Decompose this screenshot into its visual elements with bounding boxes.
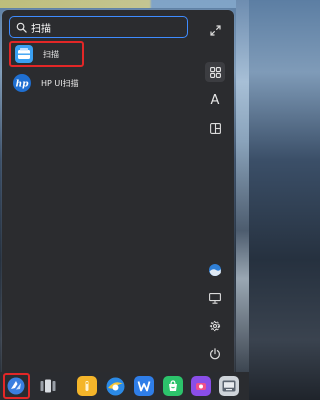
result-label: HP UI扫描 — [41, 78, 79, 88]
desktop-wallpaper — [236, 0, 249, 372]
search-result-hp-ui-scan[interactable]: hp HP UI扫描 — [9, 70, 119, 96]
multitasking-view-button[interactable] — [38, 376, 58, 396]
file-manager-icon — [85, 381, 89, 391]
expand-icon — [209, 24, 221, 36]
browser-button[interactable] — [105, 376, 125, 396]
desktop-wallpaper-top — [0, 0, 249, 8]
user-account-button[interactable] — [205, 260, 225, 280]
media-player-button[interactable] — [191, 376, 211, 396]
power-button[interactable] — [205, 344, 225, 364]
grid-view-icon — [209, 66, 221, 78]
taskbar — [0, 372, 249, 400]
app-launcher-panel: 扫描 hp HP UI扫描 A — [2, 10, 234, 372]
browser-icon — [106, 377, 124, 395]
launcher-sidebar: A — [202, 10, 228, 372]
category-view-button[interactable] — [205, 118, 225, 138]
launcher-icon — [7, 377, 25, 395]
search-icon — [16, 22, 27, 33]
scanner-app-icon — [15, 45, 33, 63]
display-settings-button[interactable] — [205, 288, 225, 308]
app-store-icon — [169, 380, 177, 391]
svg-text:hp: hp — [16, 79, 30, 89]
power-icon — [210, 348, 220, 360]
user-avatar-icon — [209, 264, 221, 276]
wps-writer-icon — [137, 381, 151, 392]
display-settings-icon — [209, 292, 221, 304]
multitasking-icon — [40, 379, 56, 393]
expand-fullscreen-button[interactable] — [205, 20, 225, 40]
hp-logo-icon: hp — [13, 74, 31, 92]
start-launcher-button[interactable] — [6, 376, 26, 396]
result-label: 扫描 — [43, 49, 59, 59]
alphabetical-sort-icon: A — [210, 92, 220, 108]
file-manager-button[interactable] — [77, 376, 97, 396]
search-input[interactable] — [31, 21, 181, 33]
settings-gear-icon — [209, 320, 221, 332]
grid-view-button[interactable] — [205, 62, 225, 82]
alphabetical-sort-button[interactable]: A — [205, 90, 225, 110]
terminal-button[interactable] — [219, 376, 239, 396]
media-player-icon — [196, 383, 206, 390]
search-result-scan[interactable]: 扫描 — [9, 41, 84, 67]
wps-writer-button[interactable] — [134, 376, 154, 396]
search-box[interactable] — [9, 16, 188, 38]
category-view-icon — [209, 122, 221, 134]
app-store-button[interactable] — [163, 376, 183, 396]
settings-button[interactable] — [205, 316, 225, 336]
terminal-icon — [222, 380, 236, 392]
